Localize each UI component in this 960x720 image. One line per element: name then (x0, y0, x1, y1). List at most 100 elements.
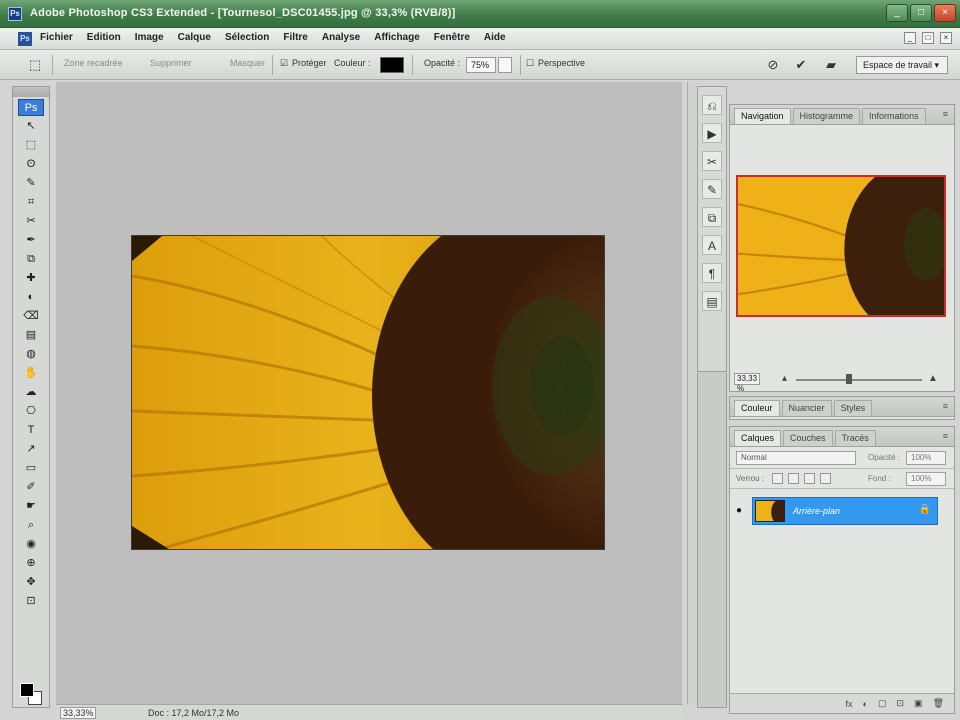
layer-visibility-eye-icon[interactable]: ● (736, 505, 742, 516)
menu-image[interactable]: Image (135, 32, 164, 43)
notes-tool-icon[interactable]: ✐ (18, 479, 44, 496)
canvas-vertical-scrollbar[interactable] (687, 82, 695, 704)
dodge-tool-icon[interactable]: ✋ (18, 365, 44, 382)
gradient-tool-icon[interactable]: ▤ (18, 327, 44, 344)
notes-panel-icon[interactable]: ▤ (702, 291, 722, 311)
canvas-area[interactable] (56, 82, 682, 704)
tab-nuancier[interactable]: Nuancier (781, 400, 832, 416)
perspective-checkbox[interactable]: ☐ (526, 58, 534, 69)
doc-close-button[interactable]: × (940, 32, 952, 44)
lock-transparency-icon[interactable] (772, 473, 783, 484)
layer-opacity-field[interactable]: 100% (906, 451, 946, 465)
minimize-button[interactable]: _ (886, 4, 908, 22)
menu-calque[interactable]: Calque (178, 32, 211, 43)
lasso-tool-icon[interactable]: ʘ (18, 156, 44, 173)
tab-histogram[interactable]: Histogramme (792, 108, 861, 124)
eraser-tool-icon[interactable]: ⌫ (18, 308, 44, 325)
hide-option[interactable]: Masquer (230, 58, 265, 68)
slice-tool-icon[interactable]: ✂ (18, 213, 44, 230)
brush-tool-icon[interactable]: ✚ (18, 270, 44, 287)
clone-source-icon[interactable]: ⧉ (702, 207, 722, 227)
actions-panel-icon[interactable]: ▶ (702, 123, 722, 143)
menu-fenetre[interactable]: Fenêtre (434, 32, 470, 43)
foreground-color-swatch[interactable] (20, 683, 34, 697)
type-tool-icon[interactable]: T (18, 422, 44, 439)
tool-presets-icon[interactable]: ✂ (702, 151, 722, 171)
zoom-slider-knob[interactable] (846, 374, 852, 384)
clone-stamp-tool-icon[interactable]: ◐ (18, 289, 44, 306)
commit-check-icon[interactable]: ✔ (792, 56, 810, 74)
3d-rotate-tool-icon[interactable]: ◉ (18, 536, 44, 553)
maximize-button[interactable]: □ (910, 4, 932, 22)
pen-tool-icon[interactable]: ☁ (18, 384, 44, 401)
menu-filtre[interactable]: Filtre (283, 32, 307, 43)
tab-navigation[interactable]: Navigation (734, 108, 791, 124)
adjustment-layer-icon[interactable]: ◐ (863, 699, 868, 709)
layer-row-background[interactable]: Arrière-plan 🔒 (752, 497, 938, 525)
zoom-level-field[interactable]: 33,33% (60, 707, 96, 719)
tab-traces[interactable]: Tracés (834, 430, 876, 446)
document-size-info[interactable]: Doc : 17,2 Mo/17,2 Mo (148, 707, 239, 719)
quick-selection-tool-icon[interactable]: ✎ (18, 175, 44, 192)
paragraph-panel-icon[interactable]: ¶ (702, 263, 722, 283)
move-tool-icon[interactable]: ↖ (18, 118, 44, 135)
fill-field[interactable]: 100% (906, 472, 946, 486)
zoom-tool-icon[interactable]: ⌕ (18, 517, 44, 534)
bridge-icon[interactable]: ▰ (822, 56, 840, 74)
3d-orbit-tool-icon[interactable]: ⊕ (18, 555, 44, 572)
tab-couches[interactable]: Couches (783, 430, 833, 446)
delete-option[interactable]: Supprimer (150, 58, 192, 68)
panel-menu-icon[interactable]: ≡ (943, 109, 948, 119)
navigator-preview[interactable] (736, 175, 946, 317)
shield-opacity-dropdown[interactable] (498, 57, 512, 73)
tools-panel-grip[interactable] (13, 87, 49, 97)
shield-color-swatch[interactable] (380, 57, 404, 73)
3d-pan-tool-icon[interactable]: ✥ (18, 574, 44, 591)
marquee-tool-icon[interactable]: ⬚ (18, 137, 44, 154)
brushes-panel-icon[interactable]: ✎ (702, 179, 722, 199)
crop-tool-icon[interactable]: ⌗ (18, 194, 44, 211)
layer-mask-icon[interactable]: ▢ (878, 698, 887, 709)
shield-checkbox[interactable]: ☑ (280, 58, 288, 69)
menu-affichage[interactable]: Affichage (374, 32, 420, 43)
menu-edition[interactable]: Edition (87, 32, 121, 43)
trash-icon[interactable]: 🗑 (933, 698, 944, 709)
menu-aide[interactable]: Aide (484, 32, 506, 43)
cancel-icon[interactable]: ⊘ (764, 56, 782, 74)
tab-styles[interactable]: Styles (833, 400, 873, 416)
hand-pointer-tool-icon[interactable]: ☛ (18, 498, 44, 515)
3d-slide-tool-icon[interactable]: ⊡ (18, 593, 44, 610)
new-group-icon[interactable]: ⊡ (897, 698, 905, 709)
navigator-zoom-field[interactable]: 33,33 % (734, 373, 760, 393)
shield-opacity-field[interactable]: 75% (466, 57, 496, 73)
crop-tool-preset-icon[interactable]: ⬚ (26, 56, 44, 74)
panel-menu-icon[interactable]: ≡ (943, 401, 948, 411)
tab-couleur[interactable]: Couleur (734, 400, 780, 416)
lock-pixels-icon[interactable] (788, 473, 799, 484)
lock-all-icon[interactable] (820, 473, 831, 484)
navigator-zoom-slider[interactable] (796, 379, 922, 381)
doc-minimize-button[interactable]: _ (904, 32, 916, 44)
character-panel-icon[interactable]: A (702, 235, 722, 255)
zoom-in-icon[interactable]: ▲ (928, 373, 938, 384)
lock-position-icon[interactable] (804, 473, 815, 484)
healing-tool-icon[interactable]: ⧉ (18, 251, 44, 268)
eyedropper-tool-icon[interactable]: ✒ (18, 232, 44, 249)
menu-analyse[interactable]: Analyse (322, 32, 360, 43)
zoom-out-icon[interactable]: ▴ (782, 373, 787, 384)
panel-menu-icon[interactable]: ≡ (943, 431, 948, 441)
doc-restore-button[interactable]: □ (922, 32, 934, 44)
history-panel-icon[interactable]: ⎌ (702, 95, 722, 115)
layer-name[interactable]: Arrière-plan (793, 506, 840, 516)
tab-info[interactable]: Informations (862, 108, 926, 124)
layer-effects-icon[interactable]: fx (846, 699, 853, 709)
blend-mode-select[interactable]: Normal (736, 451, 856, 465)
rectangle-tool-icon[interactable]: ▭ (18, 460, 44, 477)
workspace-selector[interactable]: Espace de travail ▾ (856, 56, 948, 74)
blur-tool-icon[interactable]: ◍ (18, 346, 44, 363)
new-layer-icon[interactable]: ▣ (914, 698, 923, 709)
sunflower-photo[interactable] (131, 235, 605, 550)
tab-calques[interactable]: Calques (734, 430, 782, 446)
path-selection-tool-icon[interactable]: ↗ (18, 441, 44, 458)
close-button[interactable]: × (934, 4, 956, 22)
